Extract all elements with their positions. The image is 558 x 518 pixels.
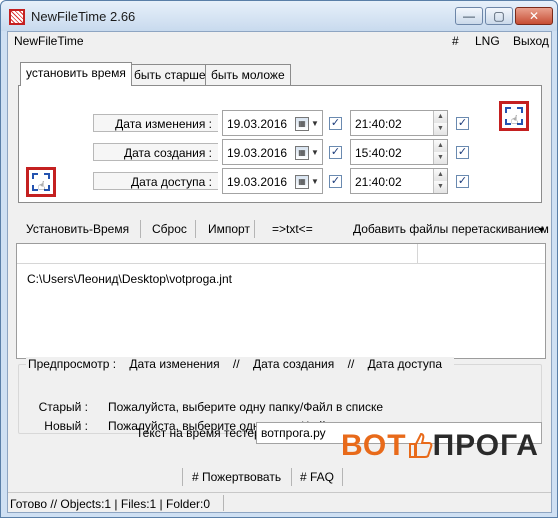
- access-time-spinner[interactable]: ▲ ▼: [433, 169, 447, 193]
- label-access-date: Дата доступа :: [93, 172, 218, 190]
- faq-link[interactable]: # FAQ: [300, 470, 334, 484]
- watermark-part2: ПРОГА: [432, 429, 539, 462]
- access-date-checkbox[interactable]: ✓: [329, 175, 342, 188]
- import-button[interactable]: Импорт: [208, 222, 250, 236]
- toolbar-divider: [195, 220, 196, 238]
- chevron-down-icon[interactable]: ▼: [311, 148, 319, 157]
- preview-sep: //: [232, 357, 240, 371]
- modified-time-checkbox[interactable]: ✓: [456, 117, 469, 130]
- old-label: Старый :: [38, 400, 88, 414]
- add-files-dropdown[interactable]: Добавить файлы перетаскиванием: [353, 222, 549, 236]
- tab-be-younger[interactable]: быть моложе: [205, 64, 291, 85]
- access-date-picker[interactable]: 19.03.2016 ▦ ▼: [222, 168, 323, 194]
- created-time-input[interactable]: 15:40:02 ▲ ▼: [350, 139, 448, 165]
- toolbar-divider: [342, 468, 343, 486]
- modified-date-value: 19.03.2016: [227, 117, 288, 131]
- toolbar-divider: [182, 468, 183, 486]
- calendar-icon[interactable]: ▦: [295, 117, 309, 131]
- menu-exit[interactable]: Выход: [513, 34, 549, 48]
- watermark-part1: ВОТ: [341, 429, 407, 462]
- preview-sep: //: [347, 357, 355, 371]
- toolbar-divider: [254, 220, 255, 238]
- menu-hash[interactable]: #: [452, 34, 459, 48]
- preview-title: Предпросмотр :: [28, 357, 117, 371]
- label-created-date: Дата создания :: [93, 143, 218, 161]
- chevron-down-icon[interactable]: ▼: [311, 119, 319, 128]
- status-divider: [223, 495, 224, 511]
- created-time-spinner[interactable]: ▲ ▼: [433, 140, 447, 164]
- preview-col-access: Дата доступа: [367, 357, 443, 371]
- calendar-icon[interactable]: ▦: [295, 146, 309, 160]
- set-time-button[interactable]: Установить-Время: [26, 222, 129, 236]
- menu-bar: NewFileTime # LNG Выход: [8, 32, 551, 50]
- label-modified-date: Дата изменения :: [93, 114, 218, 132]
- app-logo-icon[interactable]: ☝: [26, 167, 56, 197]
- toolbar-divider: [291, 468, 292, 486]
- donate-link[interactable]: # Пожертвовать: [192, 470, 281, 484]
- modified-time-spinner[interactable]: ▲ ▼: [433, 111, 447, 135]
- created-date-picker[interactable]: 19.03.2016 ▦ ▼: [222, 139, 323, 165]
- maximize-button[interactable]: ▢: [485, 7, 513, 25]
- title-bar: NewFileTime 2.66 — ▢ ✕: [1, 1, 557, 31]
- status-text: Готово // Objects:1 | Files:1 | Folder:0: [10, 497, 211, 511]
- list-header: [17, 244, 545, 264]
- old-value: Пожалуйста, выберите одну папку/Файл в с…: [108, 400, 383, 414]
- preview-col-modified: Дата изменения: [129, 357, 220, 371]
- app-window: NewFileTime 2.66 — ▢ ✕ NewFileTime # LNG…: [0, 0, 558, 518]
- hand-icon: ☝: [511, 113, 519, 127]
- export-txt-button[interactable]: =>txt<=: [272, 222, 313, 236]
- window-title: NewFileTime 2.66: [31, 9, 136, 24]
- list-item[interactable]: C:\Users\Леонид\Desktop\votproga.jnt: [27, 272, 232, 286]
- hand-icon: ☝: [38, 179, 46, 193]
- created-date-checkbox[interactable]: ✓: [329, 146, 342, 159]
- thumbs-up-icon: [408, 432, 432, 458]
- bottom-toolbar: # Пожертвовать # FAQ: [8, 466, 551, 488]
- tab-be-older[interactable]: быть старше: [128, 64, 212, 85]
- calendar-icon[interactable]: ▦: [295, 175, 309, 189]
- preview-col-created: Дата создания: [252, 357, 335, 371]
- chevron-down-icon[interactable]: ▼: [537, 225, 546, 235]
- modified-date-picker[interactable]: 19.03.2016 ▦ ▼: [222, 110, 323, 136]
- modified-time-input[interactable]: 21:40:02 ▲ ▼: [350, 110, 448, 136]
- access-time-value: 21:40:02: [355, 175, 402, 189]
- modified-date-checkbox[interactable]: ✓: [329, 117, 342, 130]
- close-button[interactable]: ✕: [515, 7, 553, 25]
- tab-set-time[interactable]: установить время: [20, 62, 132, 86]
- status-bar: Готово // Objects:1 | Files:1 | Folder:0: [8, 492, 551, 512]
- created-time-value: 15:40:02: [355, 146, 402, 160]
- reset-button[interactable]: Сброс: [152, 222, 187, 236]
- column-divider[interactable]: [417, 244, 418, 264]
- preview-legend: Предпросмотр : Дата изменения // Дата со…: [26, 357, 455, 371]
- created-date-value: 19.03.2016: [227, 146, 288, 160]
- minimize-button[interactable]: —: [455, 7, 483, 25]
- access-date-value: 19.03.2016: [227, 175, 288, 189]
- access-time-input[interactable]: 21:40:02 ▲ ▼: [350, 168, 448, 194]
- created-time-checkbox[interactable]: ✓: [456, 146, 469, 159]
- action-toolbar: Установить-Время Сброс Импорт =>txt<= До…: [16, 218, 549, 242]
- app-logo-icon[interactable]: ☝: [499, 101, 529, 131]
- menu-lng[interactable]: LNG: [475, 34, 500, 48]
- access-time-checkbox[interactable]: ✓: [456, 175, 469, 188]
- chevron-down-icon[interactable]: ▼: [311, 177, 319, 186]
- tester-label: Текст на время тестер: [136, 426, 261, 440]
- file-list[interactable]: C:\Users\Леонид\Desktop\votproga.jnt: [16, 243, 546, 359]
- watermark-logo: ВОТ ПРОГА: [341, 429, 539, 463]
- app-icon: [9, 9, 25, 25]
- menu-newfiletime[interactable]: NewFileTime: [14, 34, 84, 48]
- new-label: Новый :: [44, 419, 88, 433]
- set-time-panel: Дата изменения : 19.03.2016 ▦ ▼ ✓ 21:40:…: [18, 85, 542, 203]
- modified-time-value: 21:40:02: [355, 117, 402, 131]
- toolbar-divider: [140, 220, 141, 238]
